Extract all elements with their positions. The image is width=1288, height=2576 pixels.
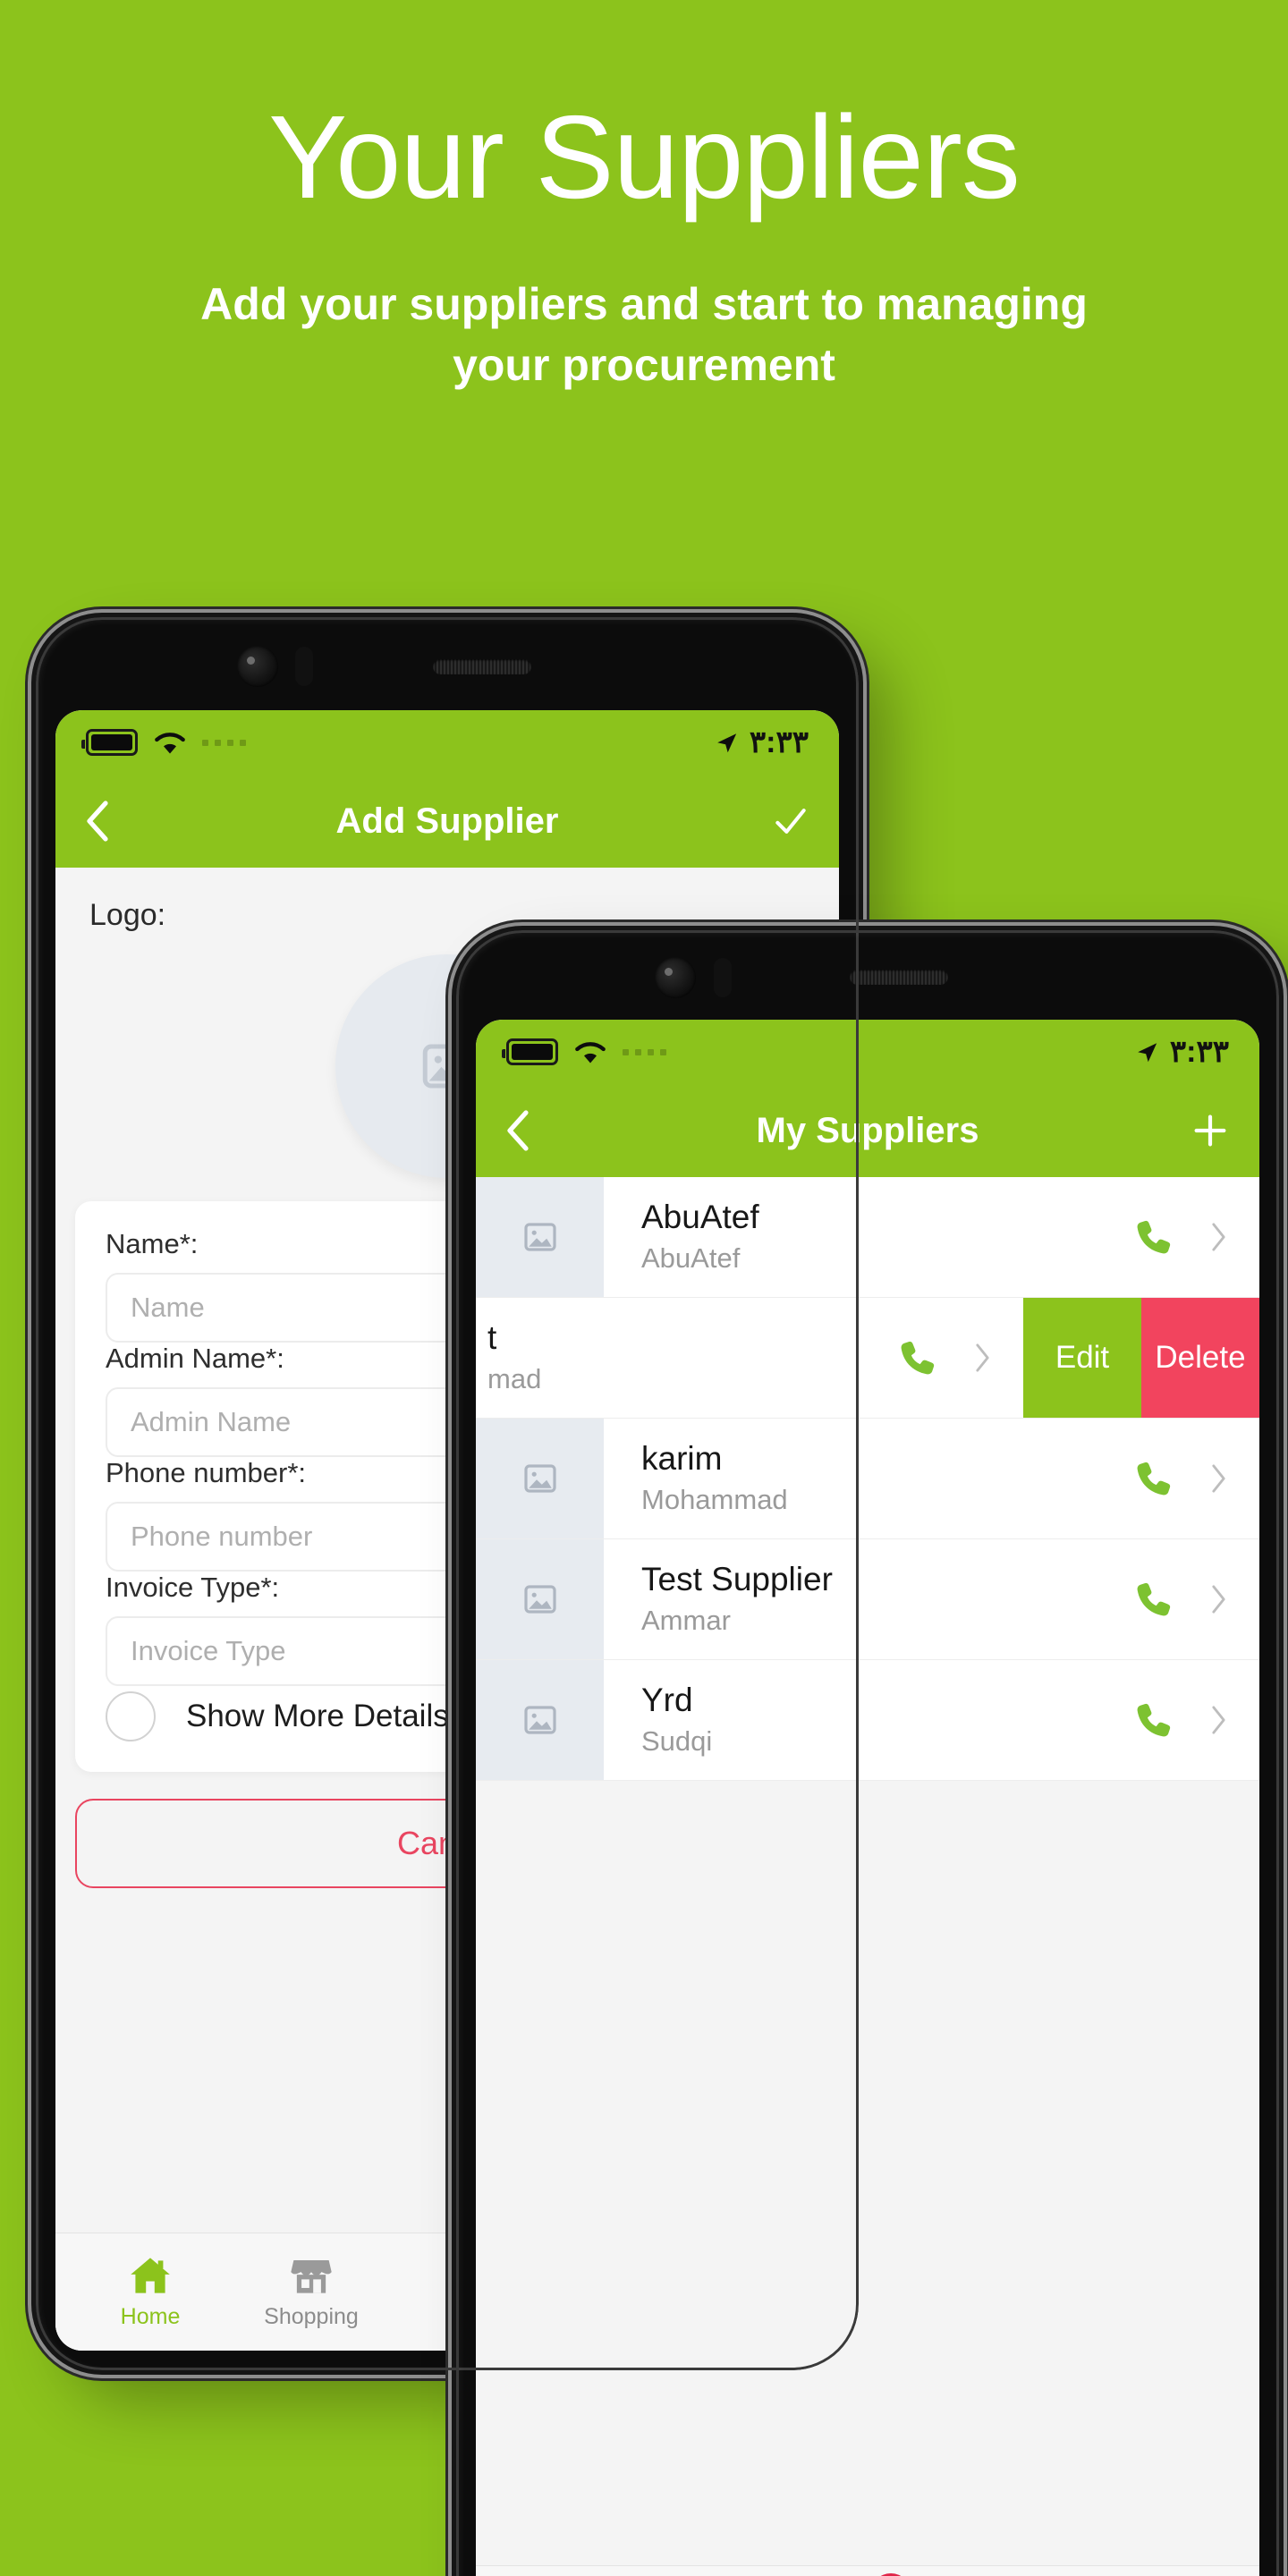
app-bar: My Suppliers bbox=[476, 1084, 1259, 1177]
image-placeholder-icon bbox=[523, 1585, 556, 1614]
logo-label: Logo: bbox=[89, 898, 166, 932]
phone-call-icon[interactable] bbox=[1131, 1698, 1176, 1742]
bottom-nav-my-suppliers: 2 bbox=[476, 2565, 1259, 2576]
supplier-contact: Mohammad bbox=[641, 1484, 788, 1516]
screen-my-suppliers: ٣:٣٣ My Suppliers AbuAtef AbuAtef t mad … bbox=[476, 1020, 1259, 2576]
supplier-thumbnail bbox=[476, 1539, 604, 1659]
supplier-name: Yrd bbox=[641, 1682, 693, 1719]
tab-shopping[interactable]: Shopping bbox=[231, 2254, 392, 2330]
row-actions bbox=[1131, 1177, 1259, 1297]
page-subtitle: Add your suppliers and start to managing… bbox=[200, 278, 1088, 390]
table-row[interactable]: Yrd Sudqi bbox=[476, 1660, 1259, 1781]
phone-call-icon[interactable] bbox=[1131, 1215, 1176, 1259]
chevron-right-icon[interactable] bbox=[1210, 1584, 1227, 1614]
row-actions bbox=[1131, 1419, 1259, 1538]
battery-icon bbox=[502, 1038, 558, 1065]
proximity-sensor-icon bbox=[714, 958, 732, 997]
chevron-left-icon[interactable] bbox=[84, 800, 109, 843]
chevron-right-icon[interactable] bbox=[1210, 1705, 1227, 1735]
supplier-info: Yrd Sudqi bbox=[604, 1660, 1131, 1780]
show-more-details-label: Show More Details bbox=[186, 1699, 449, 1733]
supplier-info: t mad bbox=[487, 1298, 895, 1418]
wifi-icon bbox=[155, 733, 185, 754]
tab-home-label: Home bbox=[120, 2304, 181, 2329]
phone-call-icon[interactable] bbox=[1131, 1456, 1176, 1501]
swipe-action-group: Edit Delete bbox=[1023, 1298, 1259, 1418]
status-bar-time: ٣:٣٣ bbox=[749, 725, 809, 759]
status-bar: ٣:٣٣ bbox=[476, 1020, 1259, 1084]
location-arrow-icon bbox=[717, 733, 737, 753]
home-icon bbox=[131, 2258, 170, 2293]
app-bar-title: My Suppliers bbox=[756, 1110, 979, 1150]
supplier-thumbnail bbox=[476, 1419, 604, 1538]
status-bar-time: ٣:٣٣ bbox=[1169, 1035, 1229, 1069]
phone-call-icon[interactable] bbox=[1131, 1577, 1176, 1622]
earpiece-speaker bbox=[433, 659, 531, 674]
supplier-name: karim bbox=[641, 1440, 723, 1478]
earpiece-speaker bbox=[850, 970, 948, 985]
chevron-right-icon[interactable] bbox=[1210, 1222, 1227, 1252]
table-row[interactable]: Test Supplier Ammar bbox=[476, 1539, 1259, 1660]
edit-button[interactable]: Edit bbox=[1023, 1298, 1141, 1418]
front-camera-icon bbox=[655, 957, 696, 998]
phone-mockup-my-suppliers: ٣:٣٣ My Suppliers AbuAtef AbuAtef t mad … bbox=[456, 930, 1279, 2576]
check-icon[interactable] bbox=[771, 801, 810, 841]
supplier-contact: AbuAtef bbox=[641, 1242, 741, 1275]
front-camera-icon bbox=[237, 646, 278, 687]
supplier-thumbnail bbox=[476, 1177, 604, 1297]
supplier-name: AbuAtef bbox=[641, 1199, 759, 1236]
location-arrow-icon bbox=[1138, 1043, 1157, 1063]
tab-shopping-label: Shopping bbox=[264, 2304, 359, 2329]
battery-icon bbox=[81, 729, 138, 756]
supplier-contact: mad bbox=[487, 1363, 542, 1395]
chevron-right-icon[interactable] bbox=[974, 1343, 991, 1373]
app-bar: Add Supplier bbox=[55, 775, 839, 868]
supplier-contact: Ammar bbox=[641, 1605, 731, 1637]
row-actions bbox=[1131, 1660, 1259, 1780]
app-bar-title: Add Supplier bbox=[335, 801, 559, 841]
image-placeholder-icon bbox=[523, 1706, 556, 1734]
page-title: Your Suppliers bbox=[268, 91, 1021, 223]
wifi-icon bbox=[575, 1042, 606, 1063]
delete-button[interactable]: Delete bbox=[1141, 1298, 1259, 1418]
table-row[interactable]: karim Mohammad bbox=[476, 1419, 1259, 1539]
image-placeholder-icon bbox=[523, 1464, 556, 1493]
tab-home[interactable]: Home bbox=[70, 2254, 231, 2330]
chevron-left-icon[interactable] bbox=[504, 1109, 530, 1152]
signal-dots-icon bbox=[623, 1048, 666, 1055]
image-placeholder-icon bbox=[523, 1223, 556, 1251]
supplier-thumbnail bbox=[476, 1660, 604, 1780]
proximity-sensor-icon bbox=[295, 647, 313, 686]
status-bar: ٣:٣٣ bbox=[55, 710, 839, 775]
supplier-name: t bbox=[487, 1319, 497, 1357]
table-row[interactable]: AbuAtef AbuAtef bbox=[476, 1177, 1259, 1298]
store-icon bbox=[291, 2259, 332, 2293]
hero-section: Your Suppliers Add your suppliers and st… bbox=[0, 0, 1288, 395]
row-actions bbox=[1131, 1539, 1259, 1659]
chevron-right-icon[interactable] bbox=[1210, 1463, 1227, 1494]
signal-dots-icon bbox=[202, 739, 246, 746]
supplier-info: AbuAtef AbuAtef bbox=[604, 1177, 1131, 1297]
table-row[interactable]: t mad Edit Delete bbox=[476, 1298, 1259, 1419]
supplier-info: karim Mohammad bbox=[604, 1419, 1131, 1538]
supplier-list: AbuAtef AbuAtef t mad Edit Delete karim … bbox=[476, 1177, 1259, 1781]
supplier-info: Test Supplier Ammar bbox=[604, 1539, 1131, 1659]
show-more-details-toggle[interactable] bbox=[106, 1691, 156, 1741]
plus-icon[interactable] bbox=[1190, 1110, 1231, 1151]
phone-call-icon[interactable] bbox=[895, 1335, 940, 1380]
supplier-name: Test Supplier bbox=[641, 1561, 833, 1598]
supplier-contact: Sudqi bbox=[641, 1725, 713, 1758]
